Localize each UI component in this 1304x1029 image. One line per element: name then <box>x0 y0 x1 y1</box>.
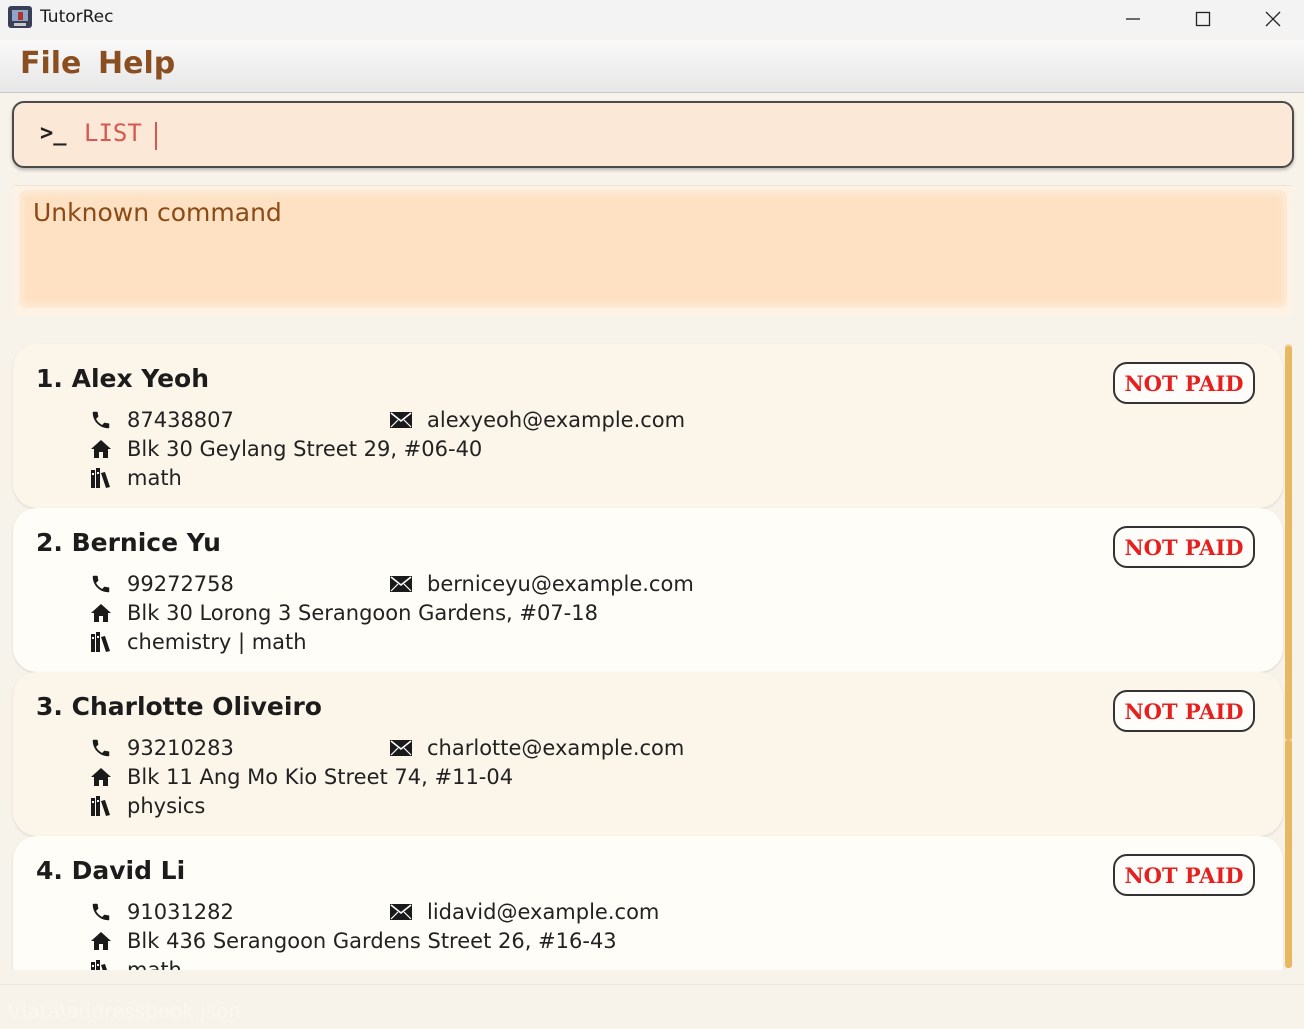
minimize-button[interactable] <box>1098 0 1168 38</box>
home-icon <box>89 929 113 953</box>
subjects-text: math <box>127 466 182 490</box>
books-icon <box>89 630 113 654</box>
minimize-icon <box>1126 18 1140 20</box>
email-row: charlotte@example.com <box>389 734 684 762</box>
address-text: Blk 436 Serangoon Gardens Street 26, #16… <box>127 929 617 953</box>
result-message: Unknown command <box>33 198 282 227</box>
envelope-icon <box>389 572 413 596</box>
phone-number: 91031282 <box>127 900 234 924</box>
email-row: alexyeoh@example.com <box>389 406 685 434</box>
email-address: charlotte@example.com <box>427 736 685 760</box>
list-scrollbar-thumb[interactable] <box>1285 346 1292 740</box>
phone-number: 93210283 <box>127 736 234 760</box>
person-card[interactable]: 2. Bernice Yu NOT PAID 99272758 bernicey… <box>13 508 1283 672</box>
envelope-icon <box>389 736 413 760</box>
address-row: Blk 436 Serangoon Gardens Street 26, #16… <box>89 927 617 955</box>
person-list[interactable]: 1. Alex Yeoh NOT PAID 87438807 alexyeoh@… <box>0 326 1304 970</box>
phone-row: 99272758 <box>89 570 234 598</box>
person-name: 4. David Li <box>36 856 186 885</box>
email-row: lidavid@example.com <box>389 898 659 926</box>
email-row: berniceyu@example.com <box>389 570 694 598</box>
phone-number: 87438807 <box>127 408 234 432</box>
list-scrollbar-thumb-lower <box>1285 740 1292 968</box>
phone-icon <box>89 408 113 432</box>
close-button[interactable] <box>1238 0 1304 38</box>
subjects-row: chemistry | math <box>89 628 307 656</box>
title-bar: TutorRec <box>0 0 1304 38</box>
person-name: 3. Charlotte Oliveiro <box>36 692 322 721</box>
phone-icon <box>89 572 113 596</box>
address-text: Blk 30 Lorong 3 Serangoon Gardens, #07-1… <box>127 601 598 625</box>
phone-row: 87438807 <box>89 406 234 434</box>
address-row: Blk 11 Ang Mo Kio Street 74, #11-04 <box>89 763 513 791</box>
subjects-row: math <box>89 956 182 970</box>
close-icon <box>1265 11 1281 27</box>
phone-number: 99272758 <box>127 572 234 596</box>
envelope-icon <box>389 408 413 432</box>
books-icon <box>89 958 113 970</box>
envelope-icon <box>389 900 413 924</box>
phone-row: 93210283 <box>89 734 234 762</box>
save-location: \data\addressbook.json <box>8 999 242 1023</box>
menu-file[interactable]: File <box>20 46 81 81</box>
subjects-text: chemistry | math <box>127 630 307 654</box>
person-name: 1. Alex Yeoh <box>36 364 210 393</box>
app-logo-icon <box>8 6 32 28</box>
email-address: berniceyu@example.com <box>427 572 694 596</box>
person-card[interactable]: 3. Charlotte Oliveiro NOT PAID 93210283 … <box>13 672 1283 836</box>
person-name: 2. Bernice Yu <box>36 528 221 557</box>
address-row: Blk 30 Geylang Street 29, #06-40 <box>89 435 482 463</box>
home-icon <box>89 765 113 789</box>
window-title: TutorRec <box>40 7 114 27</box>
command-input[interactable] <box>84 115 1274 151</box>
subjects-text: physics <box>127 794 206 818</box>
address-text: Blk 30 Geylang Street 29, #06-40 <box>127 437 483 461</box>
subjects-row: physics <box>89 792 205 820</box>
payment-status-badge: NOT PAID <box>1113 854 1255 896</box>
subjects-text: math <box>127 958 182 970</box>
address-row: Blk 30 Lorong 3 Serangoon Gardens, #07-1… <box>89 599 598 627</box>
text-caret <box>155 122 157 150</box>
address-text: Blk 11 Ang Mo Kio Street 74, #11-04 <box>127 765 514 789</box>
command-box[interactable]: >_ <box>12 101 1294 168</box>
terminal-prompt-icon: >_ <box>40 121 67 146</box>
menu-bar: File Help <box>0 40 1304 93</box>
maximize-icon <box>1195 11 1211 27</box>
person-card[interactable]: 1. Alex Yeoh NOT PAID 87438807 alexyeoh@… <box>13 344 1283 508</box>
phone-icon <box>89 736 113 760</box>
email-address: lidavid@example.com <box>427 900 660 924</box>
books-icon <box>89 794 113 818</box>
payment-status-badge: NOT PAID <box>1113 362 1255 404</box>
maximize-button[interactable] <box>1168 0 1238 38</box>
payment-status-badge: NOT PAID <box>1113 526 1255 568</box>
phone-row: 91031282 <box>89 898 234 926</box>
result-display[interactable]: Unknown command <box>19 190 1287 308</box>
status-bar: \data\addressbook.json <box>0 984 1304 1029</box>
home-icon <box>89 437 113 461</box>
person-card[interactable]: 4. David Li NOT PAID 91031282 lidavid@ex… <box>13 836 1283 970</box>
home-icon <box>89 601 113 625</box>
subjects-row: math <box>89 464 182 492</box>
menu-help[interactable]: Help <box>98 46 175 81</box>
email-address: alexyeoh@example.com <box>427 408 686 432</box>
payment-status-badge: NOT PAID <box>1113 690 1255 732</box>
phone-icon <box>89 900 113 924</box>
books-icon <box>89 466 113 490</box>
